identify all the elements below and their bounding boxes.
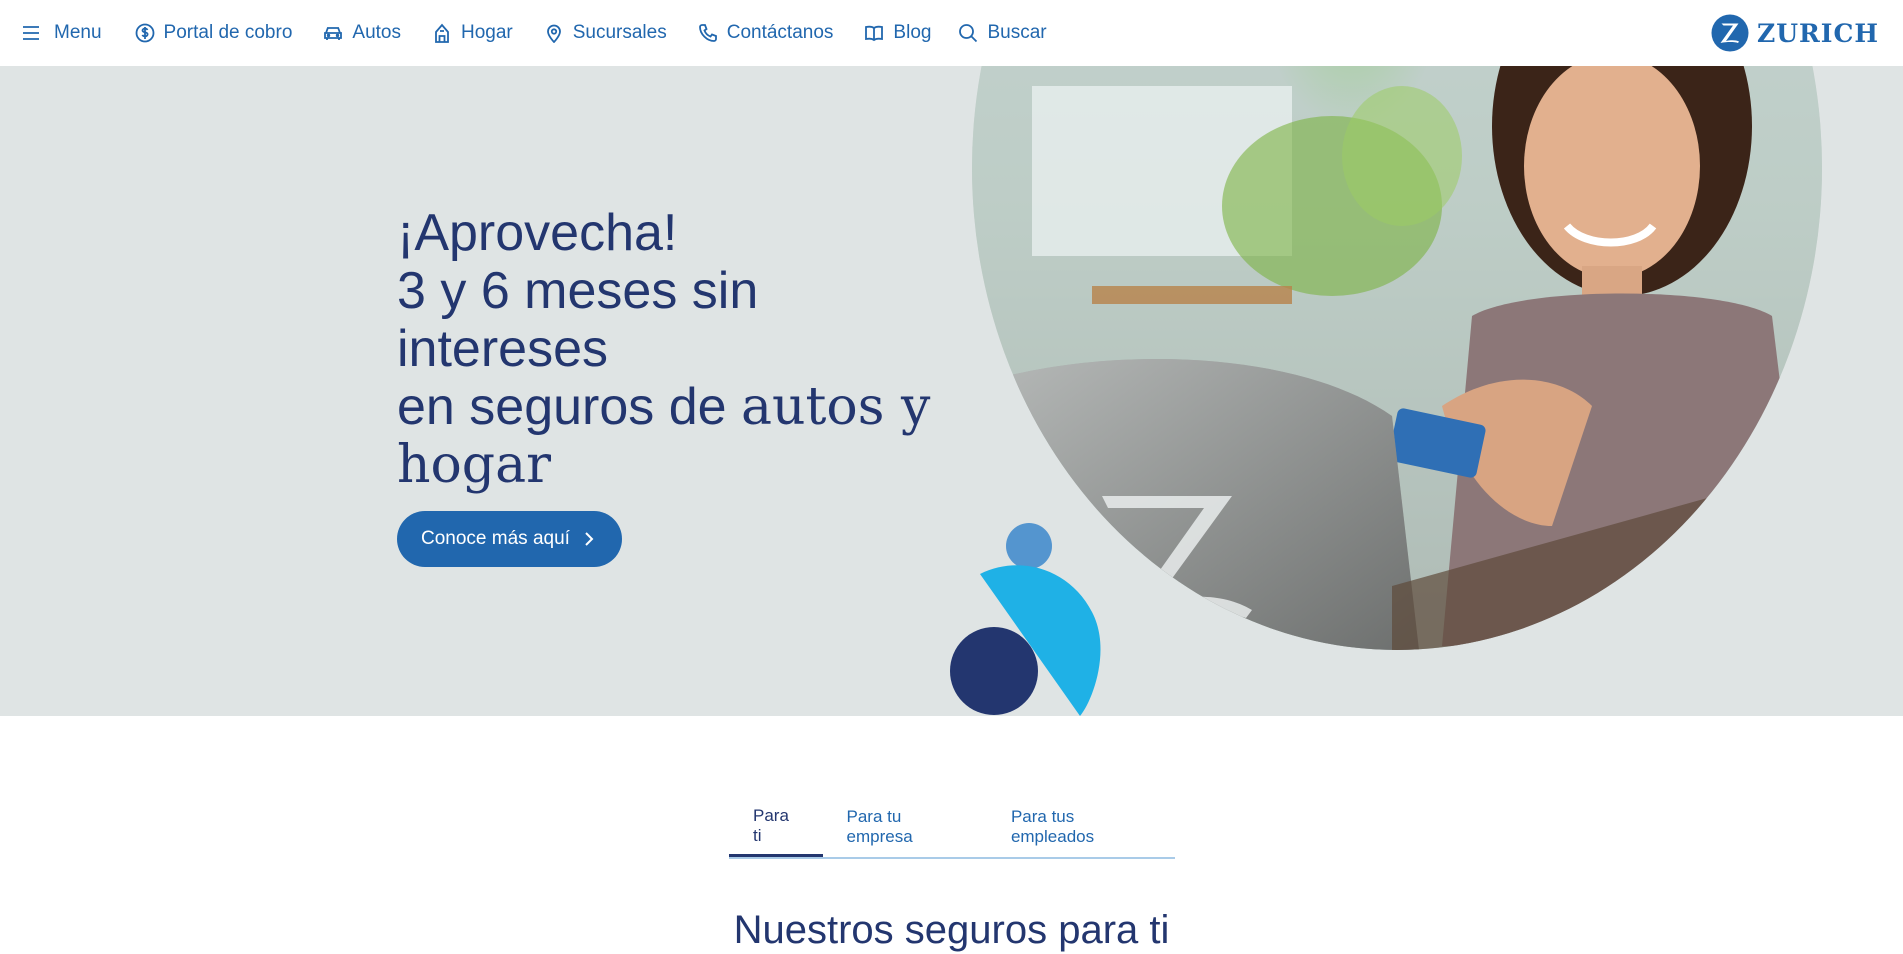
location-pin-icon	[543, 22, 565, 44]
hero-headline: ¡Aprovecha! 3 y 6 meses sin intereses en…	[397, 204, 977, 494]
dollar-circle-icon	[134, 22, 156, 44]
nav-label: Blog	[893, 22, 932, 43]
top-nav: Menu Portal de cobro Autos Hogar Sucursa…	[0, 0, 1903, 66]
headline-line-3b: autos y	[741, 377, 931, 437]
nav-buscar[interactable]: Buscar	[957, 0, 1047, 66]
nav-sucursales[interactable]: Sucursales	[543, 0, 667, 66]
cta-label: Conoce más aquí	[421, 528, 570, 549]
tab-para-ti[interactable]: Para ti	[729, 797, 823, 857]
nav-label: Contáctanos	[726, 22, 834, 43]
headline-line-4: hogar	[397, 435, 551, 495]
zurich-logo[interactable]: ZURICH	[1711, 14, 1879, 52]
nav-label: Portal de cobro	[163, 22, 293, 43]
section-title: Nuestros seguros para ti	[733, 908, 1170, 952]
menu-button[interactable]: Menu	[20, 0, 102, 66]
nav-label: Buscar	[987, 22, 1047, 43]
book-icon	[863, 22, 885, 44]
nav-blog[interactable]: Blog	[863, 0, 931, 66]
nav-hogar[interactable]: Hogar	[431, 0, 513, 66]
nav-autos[interactable]: Autos	[322, 0, 401, 66]
brand-name: ZURICH	[1756, 18, 1879, 48]
conoce-mas-button[interactable]: Conoce más aquí	[397, 511, 622, 567]
home-icon	[431, 22, 453, 44]
headline-line-2: 3 y 6 meses sin intereses	[397, 262, 759, 378]
audience-tabs: Para ti Para tu empresa Para tus emplead…	[729, 797, 1175, 859]
hero-banner: ¡Aprovecha! 3 y 6 meses sin intereses en…	[0, 66, 1903, 716]
chevron-right-icon	[584, 531, 594, 547]
headline-line-1: ¡Aprovecha!	[397, 204, 678, 262]
zurich-z-icon	[1711, 14, 1749, 52]
phone-icon	[697, 22, 719, 44]
nav-portal-de-cobro[interactable]: Portal de cobro	[134, 0, 293, 66]
nav-label: Sucursales	[572, 22, 667, 43]
hamburger-icon	[20, 22, 42, 44]
nav-label: Hogar	[460, 22, 513, 43]
decorative-shapes	[950, 523, 1101, 716]
nav-label: Autos	[352, 22, 401, 43]
headline-line-3a: en seguros de	[397, 378, 742, 436]
car-icon	[322, 22, 344, 44]
tab-para-tus-empleados[interactable]: Para tus empleados	[987, 797, 1175, 857]
nav-contactanos[interactable]: Contáctanos	[697, 0, 834, 66]
menu-label: Menu	[54, 22, 102, 43]
tab-para-tu-empresa[interactable]: Para tu empresa	[823, 797, 987, 857]
search-icon	[957, 22, 979, 44]
